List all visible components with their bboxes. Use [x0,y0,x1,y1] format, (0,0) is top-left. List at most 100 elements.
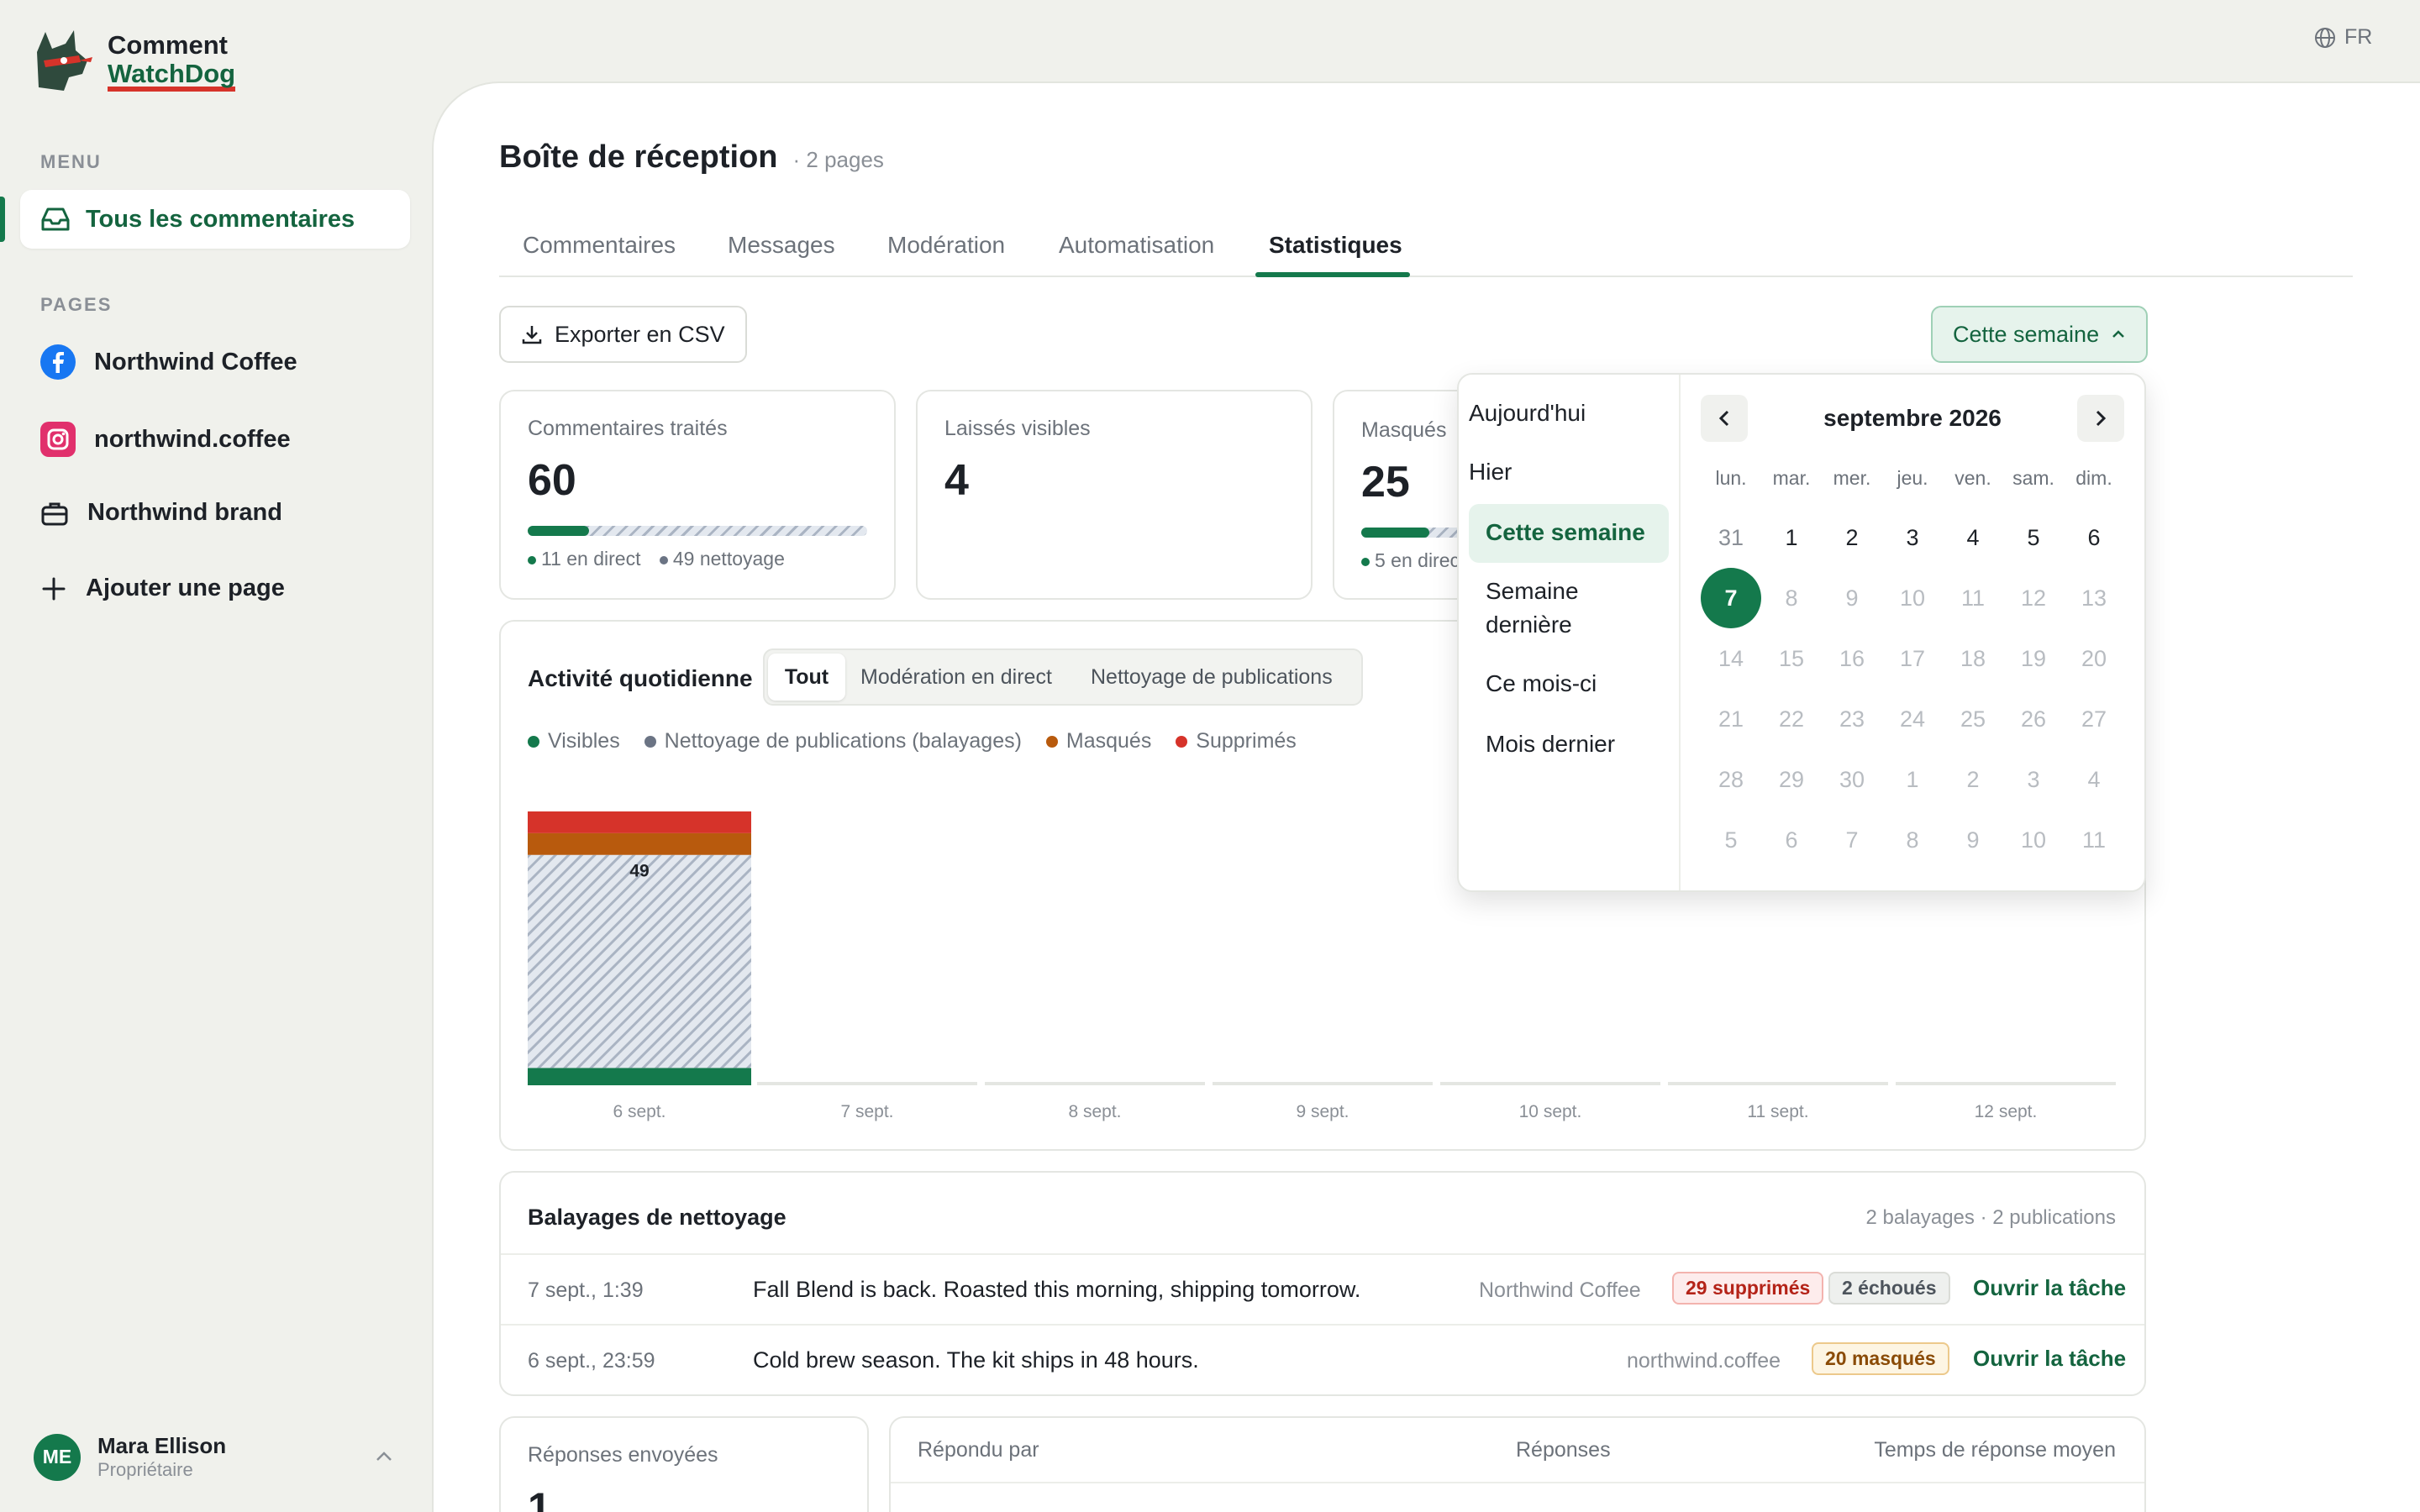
legend-visible: Visibles [548,729,620,753]
calendar-day[interactable]: 5 [1701,810,1761,870]
row-divider [891,1482,2144,1483]
calendar-day[interactable]: 16 [1822,628,1882,689]
calendar-day[interactable]: 28 [1701,749,1761,810]
calendar-day[interactable]: 13 [2064,568,2124,628]
export-csv-button[interactable]: Exporter en CSV [499,306,747,363]
sidebar-item-northwind-brand[interactable]: Northwind brand [40,499,282,527]
sidebar-item-label: Northwind Coffee [94,348,297,375]
tab-messages[interactable]: Messages [728,232,835,259]
calendar-day[interactable]: 8 [1761,568,1822,628]
calendar-day[interactable]: 27 [2064,689,2124,749]
calendar-day[interactable]: 10 [1882,568,1943,628]
stat-value: 25 [1361,458,1410,507]
calendar-day[interactable]: 18 [1943,628,2003,689]
app-logo[interactable]: Comment WatchDog [27,27,236,96]
calendar-day[interactable]: 30 [1822,749,1882,810]
weekday-2: mer. [1833,467,1871,489]
filter-post-cleanup[interactable]: Nettoyage de publications [1091,665,1333,690]
app-name-line1: Comment [108,30,228,60]
prev-month-button[interactable] [1701,395,1748,442]
calendar-day[interactable]: 8 [1882,810,1943,870]
calendar-day[interactable]: 17 [1882,628,1943,689]
tab-comments[interactable]: Commentaires [523,232,676,259]
briefcase-icon [41,502,68,525]
chevron-up-icon[interactable] [375,1450,393,1463]
calendar-day[interactable]: 2 [1943,749,2003,810]
language-switcher[interactable]: FR [2314,25,2372,50]
failed-badge: 2 échoués [1828,1272,1950,1305]
calendar-day[interactable]: 3 [1882,507,1943,568]
preset-yesterday[interactable]: Hier [1469,455,1670,489]
calendar-day[interactable]: 15 [1761,628,1822,689]
preset-last-month[interactable]: Mois dernier [1486,727,1687,761]
calendar-day[interactable]: 19 [2003,628,2064,689]
open-task-link[interactable]: Ouvrir la tâche [1973,1346,2126,1372]
watchdog-logo-icon [37,30,92,91]
calendar-day[interactable]: 21 [1701,689,1761,749]
bar-segment-supprimés[interactable] [528,811,751,833]
sidebar-item-northwind-instagram[interactable]: northwind.coffee [40,422,291,457]
active-tab-indicator [1255,272,1410,277]
sidebar-item-all-comments[interactable]: Tous les commentaires [20,190,410,249]
calendar-day[interactable]: 22 [1761,689,1822,749]
calendar-day[interactable]: 9 [1822,568,1882,628]
calendar-day[interactable]: 24 [1882,689,1943,749]
calendar-day[interactable]: 4 [2064,749,2124,810]
calendar-day[interactable]: 11 [2064,810,2124,870]
calendar-day[interactable]: 3 [2003,749,2064,810]
calendar-day[interactable]: 5 [2003,507,2064,568]
bar-baseline [1896,1082,2116,1085]
sweep-time: 7 sept., 1:39 [528,1278,644,1302]
calendar-day[interactable]: 31 [1701,507,1761,568]
filter-all[interactable]: Tout [768,654,845,701]
preset-last-week[interactable]: Semaine dernière [1486,575,1654,642]
chevron-right-icon [2096,410,2107,427]
add-page-button[interactable]: Ajouter une page [40,575,285,602]
calendar-day-selected[interactable]: 7 [1701,568,1761,628]
sidebar-item-northwind-coffee[interactable]: Northwind Coffee [40,344,297,380]
bar-baseline [757,1082,977,1085]
preset-today[interactable]: Aujourd'hui [1469,396,1670,430]
calendar-day[interactable]: 12 [2003,568,2064,628]
tab-moderation[interactable]: Modération [887,232,1005,259]
date-range-button[interactable]: Cette semaine [1931,306,2149,363]
page-subtitle: · 2 pages [792,147,884,172]
calendar-day[interactable]: 1 [1882,749,1943,810]
calendar-day[interactable]: 29 [1761,749,1822,810]
calendar-day[interactable]: 6 [2064,507,2124,568]
bar-segment-nettoyage[interactable] [528,854,751,1068]
bar-segment-visibles[interactable] [528,1068,751,1085]
tab-statistics[interactable]: Statistiques [1269,232,1402,259]
next-month-button[interactable] [2077,395,2124,442]
page-title: Boîte de réception [499,139,778,175]
calendar-day[interactable]: 7 [1822,810,1882,870]
user-profile[interactable]: ME Mara Ellison Propriétaire [34,1433,226,1481]
preset-this-week[interactable]: Cette semaine [1486,516,1687,549]
calendar-day[interactable]: 6 [1761,810,1822,870]
app-name-line2: WatchDog [108,60,236,92]
x-tick-label: 7 sept. [840,1102,893,1121]
calendar-day[interactable]: 25 [1943,689,2003,749]
calendar-day[interactable]: 10 [2003,810,2064,870]
calendar-day[interactable]: 2 [1822,507,1882,568]
calendar-day[interactable]: 4 [1943,507,2003,568]
calendar-day[interactable]: 14 [1701,628,1761,689]
preset-this-month[interactable]: Ce mois-ci [1486,667,1687,701]
calendar-day[interactable]: 20 [2064,628,2124,689]
open-task-link[interactable]: Ouvrir la tâche [1973,1275,2126,1301]
calendar-day[interactable]: 1 [1761,507,1822,568]
calendar-day[interactable]: 26 [2003,689,2064,749]
sidebar-item-label: northwind.coffee [94,425,291,453]
calendar-day[interactable]: 9 [1943,810,2003,870]
chevron-up-icon [2112,330,2124,338]
stat-legend: 5 en direct [1361,549,1465,572]
calendar-day[interactable]: 23 [1822,689,1882,749]
calendar-day[interactable]: 11 [1943,568,2003,628]
bar-segment-masqués[interactable] [528,832,751,855]
tab-automation[interactable]: Automatisation [1059,232,1214,259]
bar-data-label: 49 [629,862,649,881]
menu-section-title: MENU [40,151,102,172]
filter-live-moderation[interactable]: Modération en direct [860,665,1052,690]
stat-legend: 11 en direct 49 nettoyage [528,548,785,570]
x-tick-label: 12 sept. [1975,1102,2038,1121]
